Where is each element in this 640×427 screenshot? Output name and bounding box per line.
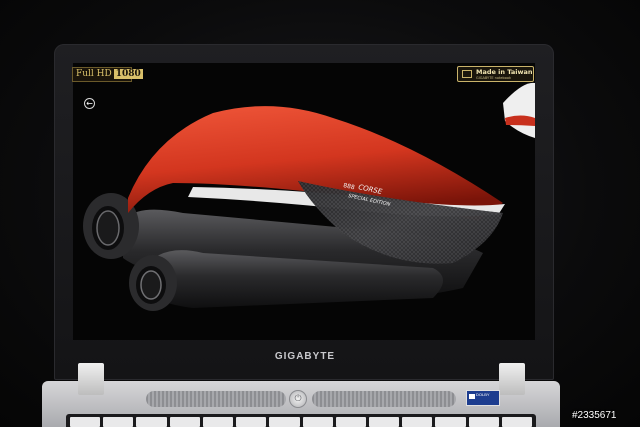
right-hinge (499, 363, 525, 395)
key[interactable] (302, 417, 333, 427)
key[interactable] (202, 417, 234, 427)
wallpaper-photo: 888 CORSE SPECIAL EDITION (83, 82, 535, 311)
dolby-label: DOLBY (476, 392, 490, 397)
key[interactable] (136, 417, 167, 427)
full-hd-resolution: 1080 (113, 69, 143, 79)
full-hd-badge: Full HD 1080 (72, 67, 143, 82)
left-speaker-grille (146, 391, 286, 407)
key[interactable] (169, 417, 200, 427)
key[interactable] (269, 417, 300, 427)
dolby-icon (469, 394, 475, 399)
key[interactable] (402, 417, 433, 427)
full-hd-label: Full HD (76, 69, 112, 79)
image-id-watermark: #2335671 (572, 410, 617, 421)
key[interactable] (335, 417, 366, 427)
keyboard (66, 414, 536, 427)
made-in-taiwan-badge: Made in Taiwan GIGABYTE notebook (457, 66, 534, 82)
power-button[interactable]: ⏻ (289, 390, 307, 408)
key[interactable] (468, 417, 499, 427)
key[interactable] (435, 417, 466, 427)
key[interactable] (70, 417, 101, 427)
left-hinge (78, 363, 104, 395)
dolby-sticker: DOLBY (466, 390, 500, 406)
helmet (503, 82, 535, 138)
key[interactable] (236, 417, 267, 427)
key[interactable] (368, 417, 400, 427)
right-speaker-grille (312, 391, 456, 407)
key[interactable] (103, 417, 134, 427)
made-in-sub-label: GIGABYTE notebook (476, 76, 512, 80)
back-arrow-icon[interactable]: ← (84, 98, 95, 109)
key[interactable] (501, 417, 533, 427)
taiwan-flag-icon (462, 70, 472, 78)
made-in-label: Made in Taiwan (476, 68, 533, 76)
gigabyte-logo: GIGABYTE (274, 351, 336, 362)
